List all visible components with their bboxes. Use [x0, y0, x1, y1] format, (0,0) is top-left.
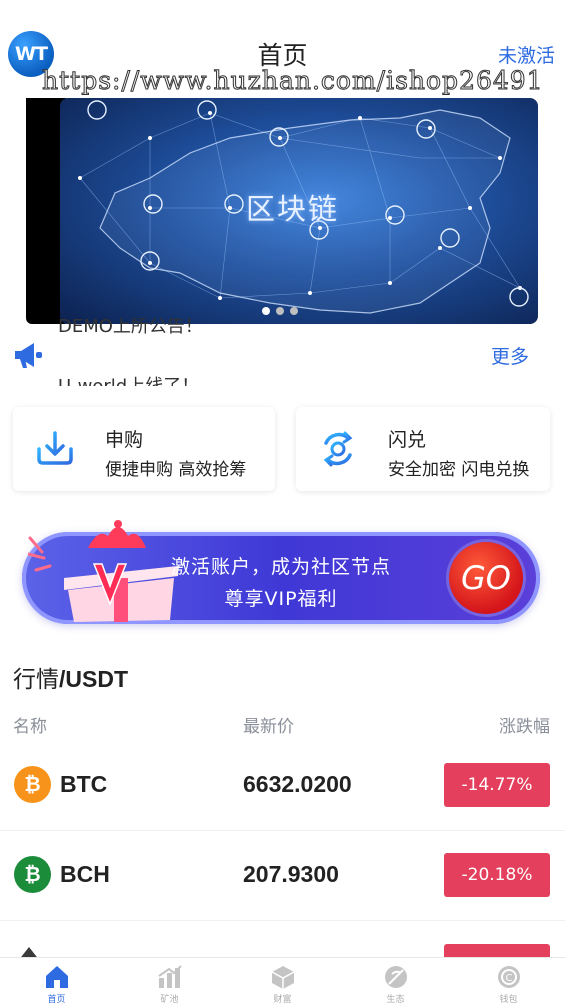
banner-carousel[interactable]: 区块链 [60, 98, 538, 324]
notice-bar: DEMO上所公告！ U-world上线了！ 更多 [0, 318, 565, 386]
coin-change-badge: -14.77% [444, 763, 550, 807]
flash-swap-card[interactable]: 闪兑 安全加密 闪电兑换 [296, 407, 550, 491]
carousel-dot[interactable] [262, 307, 270, 315]
notice-item[interactable]: U-world上线了！ [58, 372, 199, 386]
btc-coin-icon: ₿ [14, 766, 51, 803]
coin-price: 207.9300 [243, 861, 339, 887]
tab-home[interactable]: 首页 [0, 962, 113, 1005]
flash-swap-subtitle: 安全加密 闪电兑换 [388, 460, 530, 480]
chart-icon [157, 965, 182, 988]
megaphone-icon [15, 343, 42, 368]
notice-more-link[interactable]: 更多 [491, 342, 529, 369]
carousel-indicator [262, 307, 298, 315]
carousel-dot[interactable] [290, 307, 298, 315]
tab-pool[interactable]: 矿池 [113, 962, 226, 1005]
tab-label: 首页 [47, 995, 66, 1005]
market-title-suffix: /USDT [59, 666, 128, 692]
tab-label: 财富 [273, 995, 292, 1005]
column-header-change: 涨跌幅 [499, 717, 550, 737]
coin-price: 6632.0200 [243, 771, 352, 797]
column-header-name: 名称 [13, 717, 47, 737]
subscribe-card[interactable]: 申购 便捷申购 高效抢筹 [13, 407, 275, 491]
subscribe-subtitle: 便捷申购 高效抢筹 [105, 460, 247, 480]
next-row-change-peek [444, 944, 550, 958]
home-icon [45, 966, 68, 988]
coin-symbol: BCH [60, 861, 110, 887]
leaf-icon [384, 966, 407, 988]
tab-label: 钱包 [499, 995, 518, 1005]
cube-icon [271, 966, 294, 989]
swap-refresh-icon [323, 431, 353, 467]
coin-symbol: BTC [60, 771, 108, 797]
tab-wealth[interactable]: 财富 [226, 962, 339, 1005]
watermark-text: https://www.huzhan.com/ishop26491 [42, 66, 544, 96]
coin-icon: C [497, 966, 520, 988]
subscribe-title: 申购 [105, 429, 144, 451]
market-row[interactable]: ₿ BTC 6632.0200 -14.77% [0, 741, 565, 831]
tab-label: 矿池 [160, 995, 179, 1005]
bch-coin-icon: ₿ [14, 856, 51, 893]
vip-activation-banner[interactable]: 激活账户，成为社区节点 尊享VIP福利 GO [22, 520, 540, 624]
go-button[interactable]: GO [449, 542, 523, 614]
svg-text:C: C [505, 973, 512, 984]
download-tray-icon [37, 431, 73, 465]
tab-label: 生态 [386, 995, 405, 1005]
market-row[interactable]: ₿ BCH 207.9300 -20.18% [0, 831, 565, 921]
tab-wallet[interactable]: C 钱包 [452, 962, 565, 1005]
bottom-tab-bar: 首页 矿池 财富 生态 C 钱包 [0, 957, 565, 1005]
notice-item[interactable]: DEMO上所公告！ [58, 318, 203, 338]
flash-swap-title: 闪兑 [388, 429, 427, 451]
market-title-prefix: 行情 [13, 667, 59, 693]
column-header-price: 最新价 [243, 717, 294, 737]
carousel-dot[interactable] [276, 307, 284, 315]
coin-change-badge: -20.18% [444, 853, 550, 897]
market-title: 行情/USDT [13, 660, 128, 694]
activation-status-link[interactable]: 未激活 [498, 41, 555, 68]
banner-title: 区块链 [246, 192, 340, 226]
tab-ecology[interactable]: 生态 [339, 962, 452, 1005]
